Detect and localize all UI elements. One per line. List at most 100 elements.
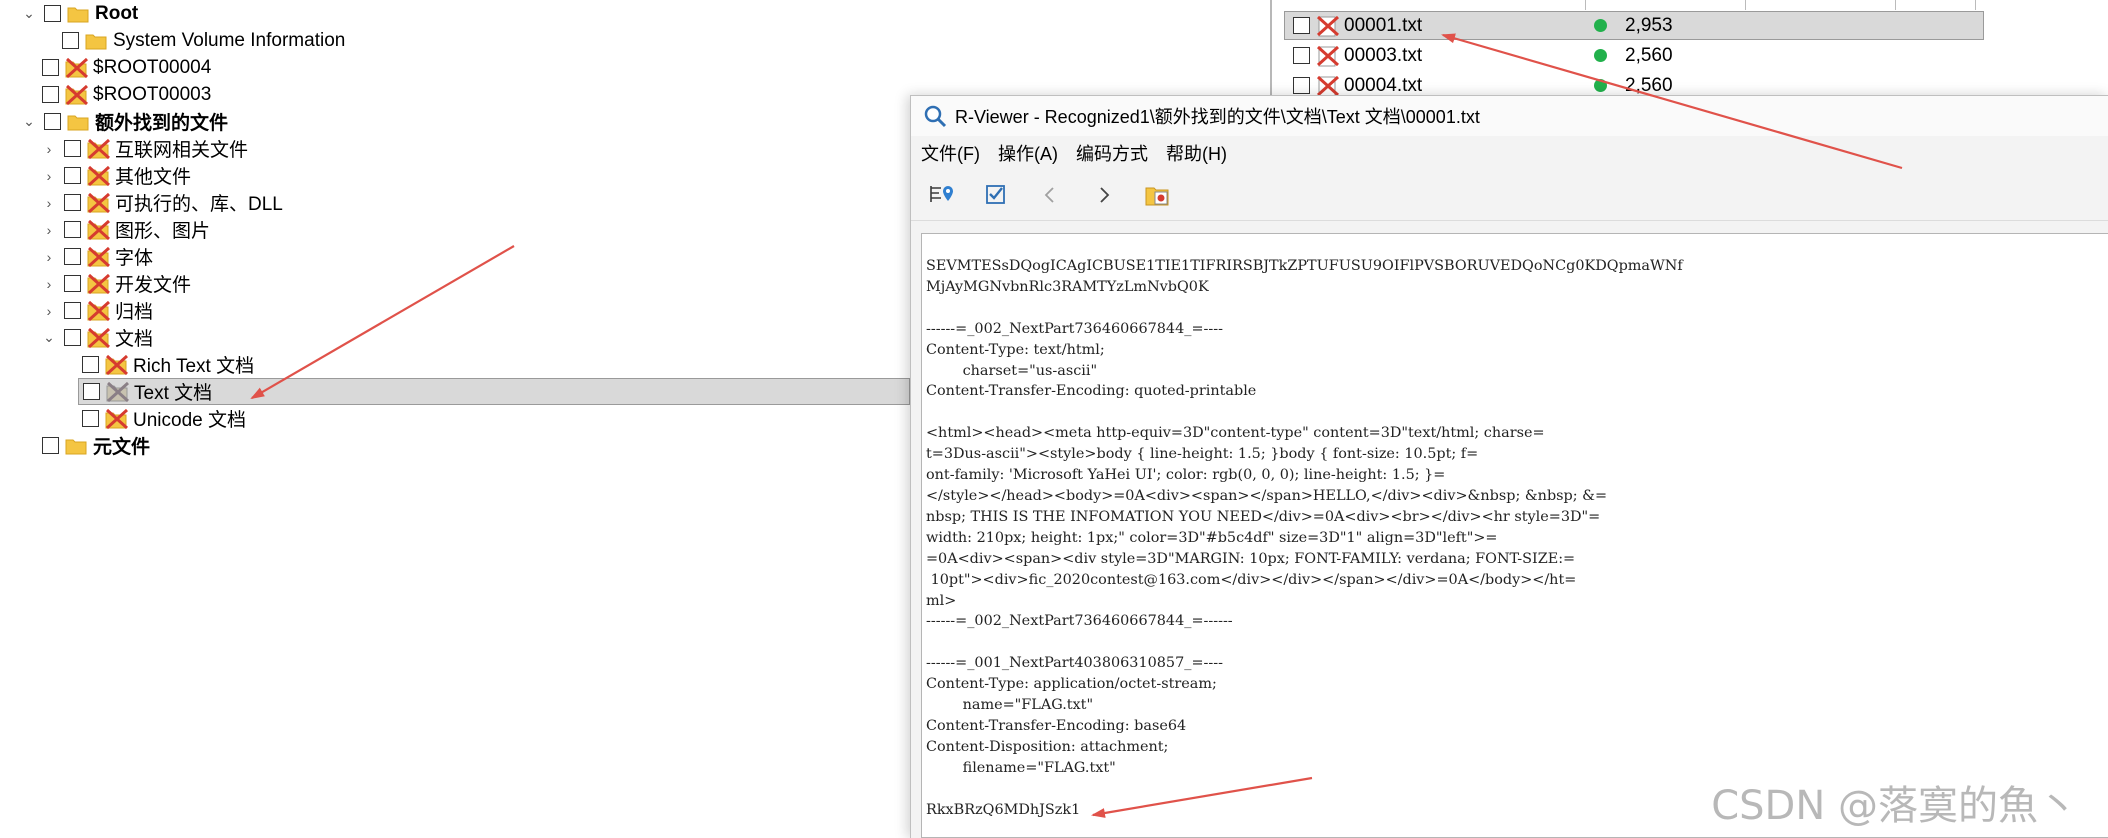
folder-icon: [67, 111, 91, 133]
checkbox[interactable]: [1293, 77, 1310, 94]
file-size: 2,953: [1625, 14, 1673, 36]
tree-item-label: 其他文件: [115, 167, 192, 188]
text-content-area[interactable]: SEVMTESsDQogICAgICBUSE1TIE1TIFRIRSBJTkZP…: [921, 233, 2108, 838]
tree-item-label: 互联网相关文件: [115, 140, 249, 161]
tree-item-label: 额外找到的文件: [95, 113, 229, 134]
chevron-left-icon: [1044, 187, 1054, 203]
chevron-right-icon[interactable]: ›: [40, 168, 58, 184]
checkbox[interactable]: [83, 383, 100, 400]
tree-item-label: 归档: [115, 302, 154, 323]
checkbox[interactable]: [42, 86, 59, 103]
checkbox[interactable]: [1293, 47, 1310, 64]
tree-item-other-files[interactable]: › 其他文件: [40, 162, 191, 189]
menu-help[interactable]: 帮助(H): [1166, 140, 1227, 166]
tree-item-label: 字体: [115, 248, 154, 269]
chevron-right-icon[interactable]: ›: [40, 249, 58, 265]
checkbox[interactable]: [64, 140, 81, 157]
tree-item-graphics[interactable]: › 图形、图片: [40, 216, 210, 243]
tree-item-root[interactable]: ⌄ Root: [20, 0, 138, 27]
deleted-folder-icon: [87, 246, 111, 268]
window-title: R-Viewer - Recognized1\额外找到的文件\文档\Text 文…: [955, 107, 1480, 127]
chevron-right-icon[interactable]: ›: [40, 195, 58, 211]
chevron-down-icon[interactable]: ⌄: [20, 113, 38, 130]
recover-folder-icon: [1145, 187, 1169, 206]
chevron-down-icon[interactable]: ⌄: [20, 5, 38, 22]
tree-item-label: Text 文档: [134, 383, 213, 404]
deleted-folder-icon: [87, 138, 111, 160]
goto-location-icon: [930, 186, 953, 202]
tree-item-text-docs[interactable]: Text 文档: [78, 378, 910, 405]
back-button[interactable]: [1033, 178, 1067, 212]
tree-item-extra-found-files[interactable]: ⌄ 额外找到的文件: [20, 108, 228, 135]
checkbox[interactable]: [64, 248, 81, 265]
status-dot-icon: [1594, 19, 1607, 32]
tree-item-label: Rich Text 文档: [133, 356, 255, 377]
checkbox[interactable]: [64, 194, 81, 211]
tree-item-archives[interactable]: › 归档: [40, 297, 153, 324]
chevron-right-icon[interactable]: ›: [40, 222, 58, 238]
chevron-down-icon[interactable]: ⌄: [40, 329, 58, 346]
deleted-file-icon: [1316, 15, 1340, 37]
menu-encoding[interactable]: 编码方式: [1076, 140, 1148, 166]
checkbox[interactable]: [82, 410, 99, 427]
goto-location-button[interactable]: [925, 178, 959, 212]
tree-item-fonts[interactable]: › 字体: [40, 243, 153, 270]
tree-item-executables[interactable]: › 可执行的、库、DLL: [40, 189, 283, 216]
checkbox[interactable]: [64, 302, 81, 319]
deleted-file-icon: [1316, 75, 1340, 97]
column-divider: [1975, 0, 1976, 10]
tree-item-label: 可执行的、库、DLL: [115, 194, 283, 215]
checkbox-icon: [986, 185, 1005, 204]
file-row[interactable]: 00001.txt 2,953: [1284, 11, 1984, 40]
file-name: 00001.txt: [1344, 14, 1423, 36]
chevron-right-icon[interactable]: ›: [40, 303, 58, 319]
checkbox[interactable]: [42, 59, 59, 76]
deleted-folder-icon: [65, 57, 89, 79]
menu-bar: 文件(F) 操作(A) 编码方式 帮助(H): [911, 136, 2108, 170]
tree-item-rich-text-docs[interactable]: Rich Text 文档: [82, 351, 254, 378]
file-size: 2,560: [1625, 74, 1673, 96]
tree-item-label: Root: [95, 2, 139, 24]
tree-item-root00003[interactable]: $ROOT00003: [42, 81, 211, 108]
chevron-right-icon: [1100, 187, 1110, 203]
title-bar[interactable]: R-Viewer - Recognized1\额外找到的文件\文档\Text 文…: [911, 96, 2108, 136]
tree-item-documents[interactable]: ⌄ 文档: [40, 324, 153, 351]
select-button[interactable]: [979, 178, 1013, 212]
tree-item-label: 元文件: [93, 437, 151, 458]
checkbox[interactable]: [64, 329, 81, 346]
menu-action[interactable]: 操作(A): [998, 140, 1058, 166]
tree-item-unicode-docs[interactable]: Unicode 文档: [82, 405, 246, 432]
folder-icon: [67, 3, 91, 25]
tree-item-internet-files[interactable]: › 互联网相关文件: [40, 135, 248, 162]
pane-divider[interactable]: [1270, 0, 1272, 100]
tree-item-root00004[interactable]: $ROOT00004: [42, 54, 211, 81]
deleted-folder-icon: [87, 327, 111, 349]
forward-button[interactable]: [1087, 178, 1121, 212]
recover-button[interactable]: [1141, 178, 1175, 212]
deleted-folder-icon: [87, 165, 111, 187]
tree-item-dev-files[interactable]: › 开发文件: [40, 270, 191, 297]
tree-item-label: Unicode 文档: [133, 410, 246, 431]
checkbox[interactable]: [62, 32, 79, 49]
chevron-right-icon[interactable]: ›: [40, 141, 58, 157]
checkbox[interactable]: [82, 356, 99, 373]
checkbox[interactable]: [64, 167, 81, 184]
deleted-folder-icon: [87, 273, 111, 295]
chevron-right-icon[interactable]: ›: [40, 276, 58, 292]
file-row[interactable]: 00003.txt 2,560: [1284, 41, 2108, 70]
r-viewer-window: R-Viewer - Recognized1\额外找到的文件\文档\Text 文…: [910, 95, 2108, 838]
tree-item-metafiles[interactable]: 元文件: [42, 432, 150, 459]
checkbox[interactable]: [44, 5, 61, 22]
checkbox[interactable]: [64, 275, 81, 292]
tree-item-system-volume-information[interactable]: System Volume Information: [62, 27, 345, 54]
status-dot-icon: [1594, 49, 1607, 62]
checkbox[interactable]: [44, 113, 61, 130]
checkbox[interactable]: [64, 221, 81, 238]
toolbar: [911, 170, 2108, 221]
menu-file[interactable]: 文件(F): [921, 140, 980, 166]
checkbox[interactable]: [1293, 17, 1310, 34]
deleted-folder-icon: [65, 84, 89, 106]
checkbox[interactable]: [42, 437, 59, 454]
deleted-folder-icon: [87, 219, 111, 241]
watermark: CSDN @落寞的魚丶: [1711, 783, 2078, 829]
